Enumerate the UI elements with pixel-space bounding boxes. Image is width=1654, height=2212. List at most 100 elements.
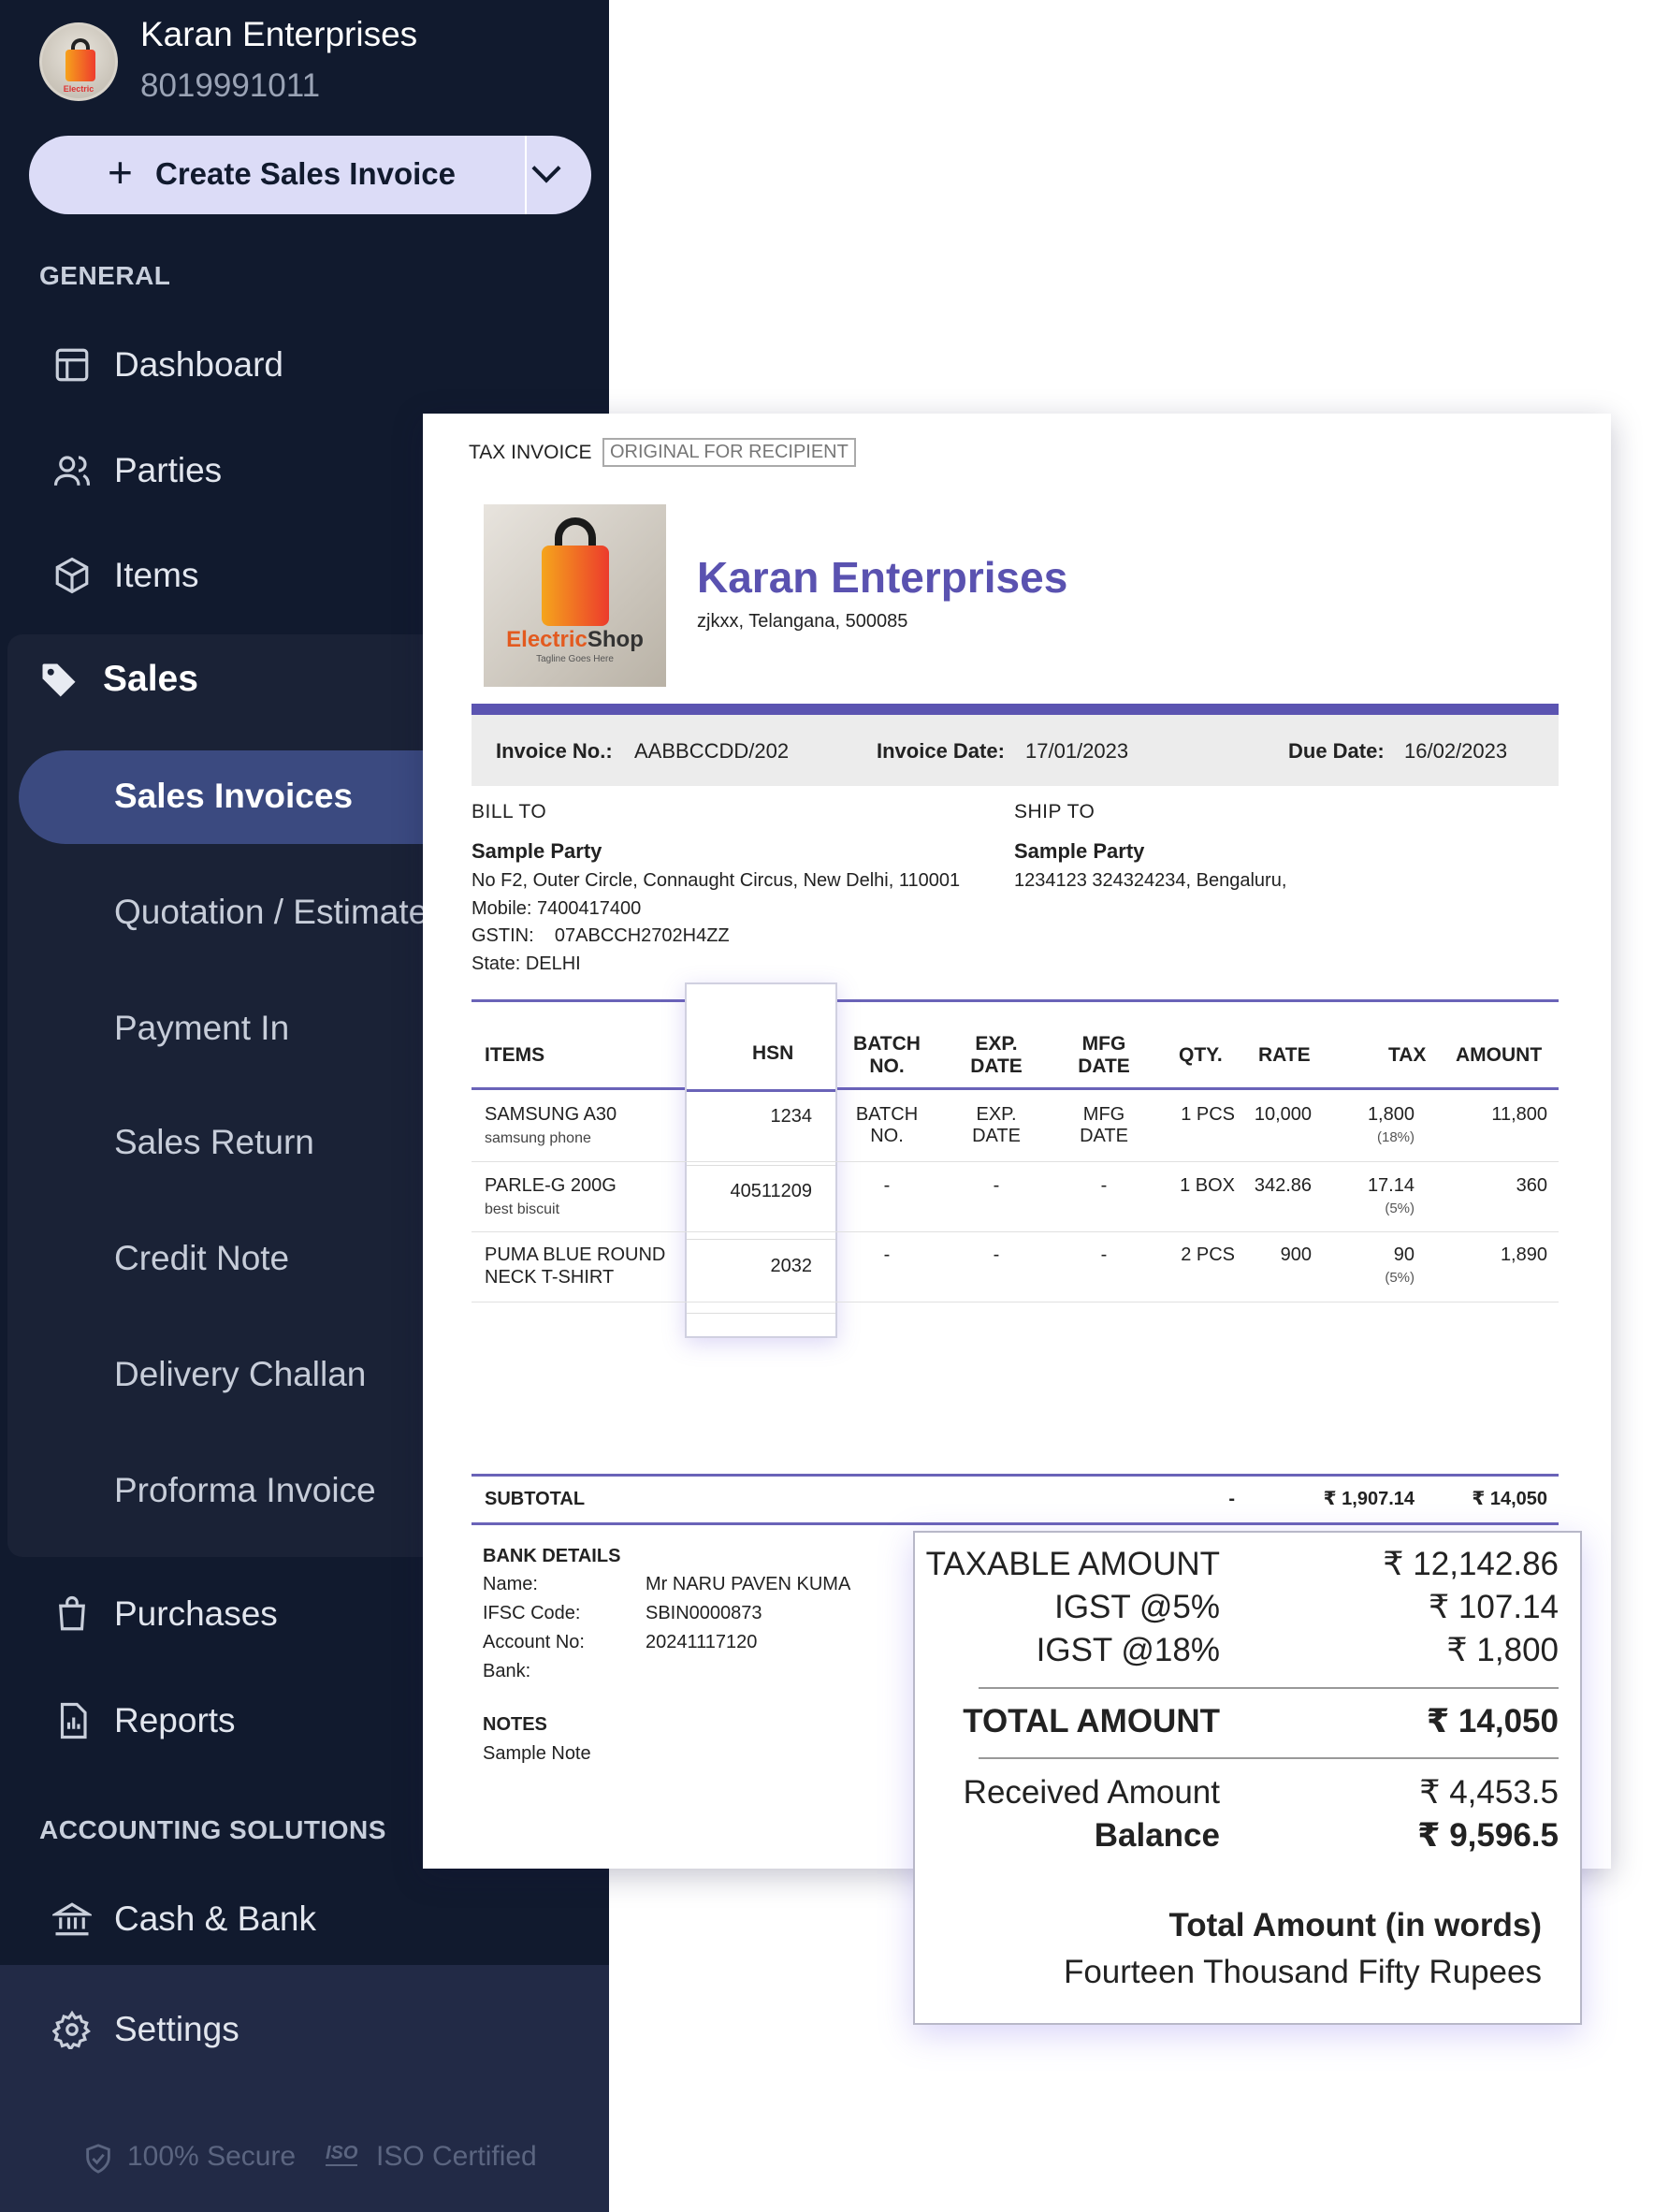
bank-name-label: Name: [483, 1574, 538, 1594]
notes-text: Sample Note [483, 1743, 591, 1764]
bill-to-state: State: DELHI [472, 953, 581, 974]
igst18-value: ₹ 1,800 [1446, 1632, 1559, 1668]
nav-settings[interactable]: Settings [0, 1987, 609, 2074]
item-exp-date: EXP. DATE [972, 1104, 1021, 1146]
item-batch: - [883, 1175, 891, 1196]
item-mfg-date: - [1100, 1175, 1108, 1196]
hsn-column-highlight [685, 982, 837, 1338]
igst5-value: ₹ 107.14 [1428, 1589, 1559, 1625]
section-accounting: ACCOUNTING SOLUTIONS [39, 1815, 386, 1844]
bank-account-label: Account No: [483, 1632, 585, 1652]
bill-to-name: Sample Party [472, 839, 602, 863]
item-tax-rate: (5%) [1385, 1201, 1415, 1216]
item-desc: samsung phone [485, 1130, 591, 1146]
create-dropdown-button[interactable] [525, 136, 591, 214]
box-icon [55, 557, 89, 594]
gear-icon [52, 2010, 91, 2049]
col-batch: BATCH NO. [853, 1033, 921, 1077]
item-desc: best biscuit [485, 1201, 560, 1217]
nav-cash-bank[interactable]: Cash & Bank [0, 1877, 609, 1963]
section-general: GENERAL [39, 261, 171, 290]
bill-to-gstin: GSTIN: 07ABCCH2702H4ZZ [472, 925, 730, 946]
company-logo: ElectricShop Tagline Goes Here [484, 504, 666, 687]
col-mfg-date: MFG DATE [1078, 1033, 1130, 1077]
col-amount: AMOUNT [1456, 1044, 1543, 1066]
total-label: TOTAL AMOUNT [963, 1703, 1220, 1739]
invoice-meta: Invoice No.: AABBCCDD/202 Invoice Date: … [472, 704, 1559, 786]
igst5-label: IGST @5% [1054, 1589, 1220, 1625]
company-address: zjkxx, Telangana, 500085 [697, 611, 908, 632]
item-amount: 1,890 [1500, 1244, 1547, 1265]
col-exp-date: EXP. DATE [970, 1033, 1023, 1077]
chevron-down-icon [531, 153, 561, 183]
taxable-value: ₹ 12,142.86 [1383, 1546, 1559, 1582]
balance-label: Balance [1094, 1817, 1220, 1854]
invoice-type: TAX INVOICE [469, 442, 592, 463]
item-name: PUMA BLUE ROUND [485, 1244, 666, 1265]
item-tax: 17.14 [1367, 1175, 1415, 1196]
bank-ifsc: SBIN0000873 [646, 1603, 762, 1623]
nav-dashboard[interactable]: Dashboard [0, 323, 609, 409]
item-tax: 90 [1393, 1244, 1415, 1265]
item-exp-date: - [993, 1175, 1000, 1196]
col-rate: RATE [1258, 1044, 1311, 1066]
report-icon [60, 1702, 87, 1739]
item-tax: 1,800 [1367, 1104, 1415, 1125]
item-amount: 11,800 [1491, 1104, 1547, 1125]
amount-in-words: Fourteen Thousand Fifty Rupees [1063, 1954, 1542, 1990]
business-logo[interactable]: Electric [39, 22, 118, 101]
subtotal-label: SUBTOTAL [485, 1489, 586, 1509]
item-mfg-date: MFG DATE [1080, 1104, 1128, 1146]
item-rate: 900 [1280, 1244, 1312, 1265]
col-items: ITEMS [485, 1044, 545, 1066]
col-qty: QTY. [1179, 1044, 1223, 1066]
users-icon [53, 456, 91, 486]
item-desc: NECK T-SHIRT [485, 1267, 615, 1288]
bank-account-number: 20241117120 [646, 1632, 758, 1652]
business-name[interactable]: Karan Enterprises [140, 15, 417, 54]
item-hsn: 1234 [770, 1106, 813, 1127]
invoice-copy-badge: ORIGINAL FOR RECIPIENT [602, 438, 856, 467]
ship-to-address: 1234123 324324234, Bengaluru, [1014, 870, 1287, 891]
invoice-date: 17/01/2023 [1025, 739, 1129, 763]
bank-bank-label: Bank: [483, 1661, 531, 1681]
item-hsn: 40511209 [730, 1181, 813, 1201]
bill-to-address: No F2, Outer Circle, Connaught Circus, N… [472, 870, 961, 891]
shopping-bag-icon [59, 1596, 85, 1631]
bank-account-name: Mr NARU PAVEN KUMA [646, 1574, 851, 1594]
invoice-number: AABBCCDD/202 [634, 739, 790, 763]
item-rate: 10,000 [1254, 1104, 1312, 1125]
item-hsn: 2032 [770, 1256, 813, 1276]
tag-icon [42, 663, 76, 697]
bank-ifsc-label: IFSC Code: [483, 1603, 581, 1623]
item-qty: 1 BOX [1180, 1175, 1235, 1196]
ship-to-heading: SHIP TO [1014, 801, 1095, 822]
balance-value: ₹ 9,596.5 [1417, 1817, 1559, 1854]
item-qty: 1 PCS [1181, 1104, 1235, 1125]
subtotal-qty: - [1228, 1489, 1235, 1509]
totals-summary: TAXABLE AMOUNT ₹ 12,142.86 IGST @5% ₹ 10… [913, 1531, 1582, 2025]
notes-heading: NOTES [483, 1714, 547, 1735]
amount-in-words-label: Total Amount (in words) [1168, 1907, 1542, 1943]
ship-to-name: Sample Party [1014, 839, 1145, 863]
received-value: ₹ 4,453.5 [1419, 1774, 1559, 1811]
item-rate: 342.86 [1254, 1175, 1312, 1196]
plus-icon: + [108, 148, 133, 196]
item-name: PARLE-G 200G [485, 1175, 617, 1196]
create-sales-invoice-button[interactable]: + Create Sales Invoice [29, 136, 497, 214]
item-exp-date: - [993, 1244, 1000, 1265]
bank-icon [52, 1902, 92, 1936]
create-sales-invoice-group: + Create Sales Invoice [29, 136, 591, 214]
taxable-label: TAXABLE AMOUNT [925, 1546, 1220, 1582]
item-batch: BATCH NO. [855, 1104, 919, 1146]
dashboard-icon [55, 348, 89, 382]
item-tax-rate: (5%) [1385, 1270, 1415, 1286]
item-mfg-date: - [1100, 1244, 1108, 1265]
bill-to-heading: BILL TO [472, 801, 547, 822]
total-value: ₹ 14,050 [1426, 1703, 1559, 1739]
item-qty: 2 PCS [1181, 1244, 1235, 1265]
item-amount: 360 [1516, 1175, 1547, 1196]
due-date: 16/02/2023 [1404, 739, 1508, 763]
item-tax-rate: (18%) [1376, 1129, 1415, 1145]
item-batch: - [883, 1244, 891, 1265]
